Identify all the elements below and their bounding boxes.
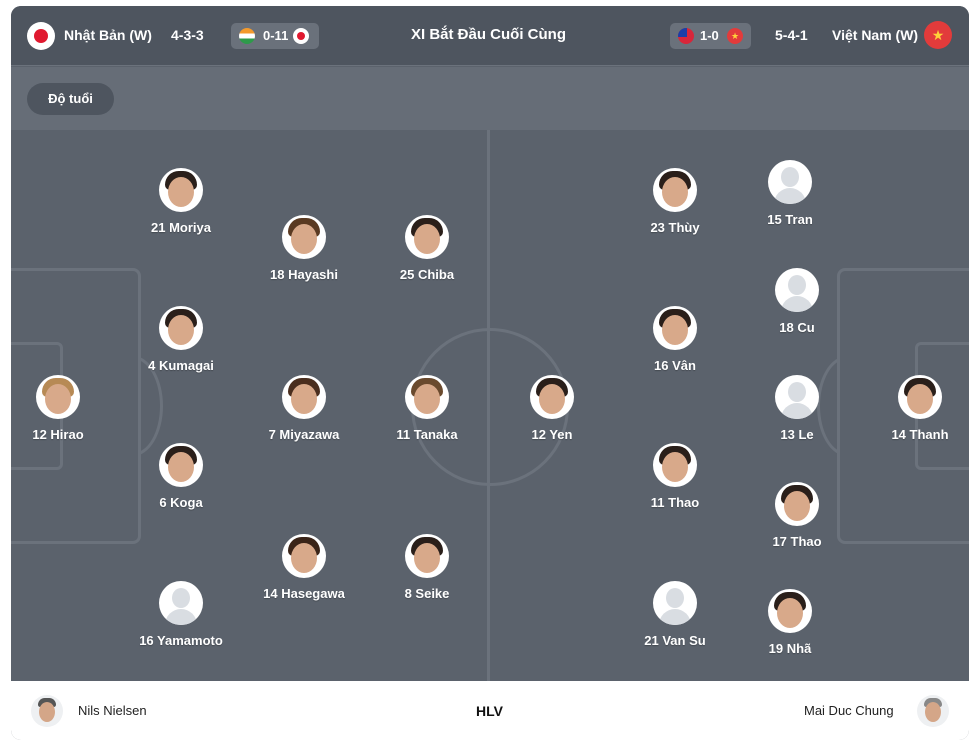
player-home-hayashi[interactable]: 18 Hayashi xyxy=(244,215,364,282)
away-team-name[interactable]: Việt Nam (W) xyxy=(832,27,918,43)
vietnam-flag-icon: ★ xyxy=(924,21,952,49)
player-name: 15 Tran xyxy=(767,212,813,227)
player-photo xyxy=(775,482,819,526)
player-name: 17 Thao xyxy=(772,534,822,549)
player-away-van-su[interactable]: 21 Van Su xyxy=(615,581,735,648)
player-name: 12 Yen xyxy=(531,427,573,442)
player-name: 13 Le xyxy=(780,427,814,442)
home-team-name[interactable]: Nhật Bản (W) xyxy=(64,27,152,43)
player-photo xyxy=(530,375,574,419)
player-away-van[interactable]: 16 Vân xyxy=(615,306,735,373)
player-name: 14 Thanh xyxy=(891,427,949,442)
player-home-kumagai[interactable]: 4 Kumagai xyxy=(121,306,241,373)
player-name: 8 Seike xyxy=(404,586,450,601)
player-home-tanaka[interactable]: 11 Tanaka xyxy=(367,375,487,442)
japan-mini-flag-icon xyxy=(293,28,309,44)
player-name: 21 Van Su xyxy=(644,633,706,648)
player-photo xyxy=(159,306,203,350)
player-name: 18 Hayashi xyxy=(270,267,338,282)
vietnam-mini-flag-icon: ★ xyxy=(727,28,743,44)
player-name: 25 Chiba xyxy=(399,267,455,282)
player-photo xyxy=(36,375,80,419)
away-last-match-score: 1-0 xyxy=(700,28,719,43)
player-photo xyxy=(768,589,812,633)
player-home-moriya[interactable]: 21 Moriya xyxy=(121,168,241,235)
player-away-le[interactable]: 13 Le xyxy=(737,375,857,442)
player-away-cu[interactable]: 18 Cu xyxy=(737,268,857,335)
player-photo xyxy=(282,215,326,259)
away-coach-avatar xyxy=(917,695,949,727)
player-away-nha[interactable]: 19 Nhã xyxy=(730,589,850,656)
player-placeholder-photo xyxy=(775,268,819,312)
player-name: 14 Hasegawa xyxy=(263,586,345,601)
player-photo xyxy=(405,534,449,578)
player-name: 12 Hirao xyxy=(32,427,84,442)
player-away-thao-17[interactable]: 17 Thao xyxy=(737,482,857,549)
age-toggle-button[interactable]: Độ tuổi xyxy=(27,83,114,115)
home-coach-name[interactable]: Nils Nielsen xyxy=(78,703,147,718)
player-away-yen[interactable]: 12 Yen xyxy=(492,375,612,442)
player-name: 16 Yamamoto xyxy=(139,633,223,648)
player-photo xyxy=(653,168,697,212)
player-photo xyxy=(405,375,449,419)
india-flag-icon xyxy=(239,28,255,44)
player-home-seike[interactable]: 8 Seike xyxy=(367,534,487,601)
player-placeholder-photo xyxy=(768,160,812,204)
player-home-chiba[interactable]: 25 Chiba xyxy=(367,215,487,282)
player-home-miyazawa[interactable]: 7 Miyazawa xyxy=(244,375,364,442)
player-away-thanh[interactable]: 14 Thanh xyxy=(860,375,969,442)
coaches-bar: Nils Nielsen HLV Mai Duc Chung xyxy=(11,681,969,740)
away-last-match-chip[interactable]: 1-0 ★ xyxy=(670,23,751,49)
home-last-match-score: 0-11 xyxy=(263,28,289,43)
player-photo xyxy=(282,375,326,419)
away-formation: 5-4-1 xyxy=(775,27,808,43)
player-home-koga[interactable]: 6 Koga xyxy=(121,443,241,510)
home-formation: 4-3-3 xyxy=(171,27,204,43)
player-photo xyxy=(898,375,942,419)
player-home-hasegawa[interactable]: 14 Hasegawa xyxy=(244,534,364,601)
pitch: 21 Moriya 4 Kumagai 12 Hirao 6 Koga 16 Y… xyxy=(11,130,969,681)
player-photo xyxy=(159,168,203,212)
player-name: 6 Koga xyxy=(159,495,203,510)
japan-flag-icon xyxy=(27,22,55,50)
player-name: 11 Thao xyxy=(650,495,700,510)
player-away-tran[interactable]: 15 Tran xyxy=(730,160,850,227)
player-name: 4 Kumagai xyxy=(148,358,214,373)
coach-label: HLV xyxy=(476,703,503,719)
player-name: 18 Cu xyxy=(779,320,815,335)
player-away-thao-11[interactable]: 11 Thao xyxy=(615,443,735,510)
filter-bar: Độ tuổi xyxy=(11,67,969,130)
home-last-match-chip[interactable]: 0-11 xyxy=(231,23,319,49)
player-name: 16 Vân xyxy=(654,358,696,373)
lineup-header: Nhật Bản (W) 4-3-3 0-11 XI Bắt Đầu Cuối … xyxy=(11,6,969,66)
player-placeholder-photo xyxy=(775,375,819,419)
player-photo xyxy=(653,443,697,487)
player-placeholder-photo xyxy=(159,581,203,625)
player-home-hirao[interactable]: 12 Hirao xyxy=(11,375,118,442)
player-home-yamamoto[interactable]: 16 Yamamoto xyxy=(121,581,241,648)
player-photo xyxy=(653,306,697,350)
player-name: 23 Thùy xyxy=(650,220,700,235)
player-placeholder-photo xyxy=(653,581,697,625)
player-photo xyxy=(159,443,203,487)
away-coach-name[interactable]: Mai Duc Chung xyxy=(804,703,894,718)
player-name: 21 Moriya xyxy=(151,220,211,235)
taiwan-flag-icon xyxy=(678,28,694,44)
lineup-title: XI Bắt Đầu Cuối Cùng xyxy=(411,26,566,43)
player-photo xyxy=(282,534,326,578)
lineup-page: Nhật Bản (W) 4-3-3 0-11 XI Bắt Đầu Cuối … xyxy=(0,0,978,740)
player-name: 19 Nhã xyxy=(768,641,812,656)
lineup-card: Nhật Bản (W) 4-3-3 0-11 XI Bắt Đầu Cuối … xyxy=(11,6,969,740)
home-coach-avatar xyxy=(31,695,63,727)
player-away-thuy[interactable]: 23 Thùy xyxy=(615,168,735,235)
player-name: 7 Miyazawa xyxy=(268,427,340,442)
player-name: 11 Tanaka xyxy=(396,427,458,442)
player-photo xyxy=(405,215,449,259)
